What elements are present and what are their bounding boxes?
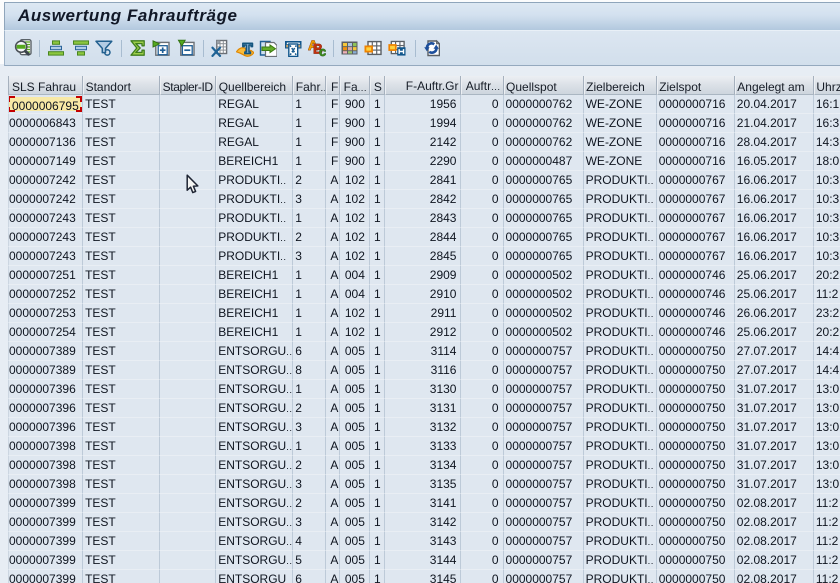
svg-text:c: c xyxy=(319,44,326,57)
